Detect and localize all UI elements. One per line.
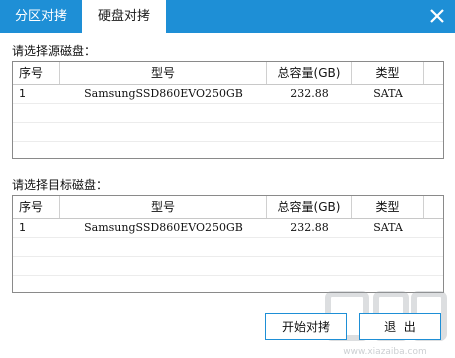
- table-header: 序号 型号 总容量(GB) 类型: [13, 196, 443, 219]
- column-header-spacer: [424, 196, 443, 218]
- start-clone-button[interactable]: 开始对拷: [265, 313, 347, 340]
- table-row-empty: [13, 257, 443, 276]
- cell-index: 1: [19, 87, 26, 100]
- table-row-empty: [13, 104, 443, 123]
- table-header: 序号 型号 总容量(GB) 类型: [13, 62, 443, 85]
- source-disk-label: 请选择源磁盘：: [12, 44, 97, 58]
- source-disk-table: 序号 型号 总容量(GB) 类型 1 SamsungSSD860EVO250GB…: [12, 61, 444, 159]
- table-row[interactable]: 1 SamsungSSD860EVO250GB 232.88 SATA: [13, 85, 443, 104]
- column-header-model: 型号: [60, 62, 267, 84]
- tab-disk-clone[interactable]: 硬盘对拷: [82, 0, 166, 33]
- target-disk-table: 序号 型号 总容量(GB) 类型 1 SamsungSSD860EVO250GB…: [12, 195, 444, 293]
- column-header-model: 型号: [60, 196, 267, 218]
- column-header-type: 类型: [352, 62, 424, 84]
- close-icon[interactable]: [427, 6, 447, 26]
- cell-model: SamsungSSD860EVO250GB: [84, 87, 243, 100]
- target-disk-label: 请选择目标磁盘：: [12, 178, 109, 192]
- column-header-spacer: [424, 62, 443, 84]
- cell-model: SamsungSSD860EVO250GB: [84, 221, 243, 234]
- cell-capacity: 232.88: [290, 87, 329, 100]
- cell-type: SATA: [373, 87, 403, 100]
- column-header-type: 类型: [352, 196, 424, 218]
- disk-clone-window: 分区对拷 硬盘对拷 请选择源磁盘： 序号 型号 总容量(GB) 类型 1 Sam…: [0, 0, 455, 358]
- table-row[interactable]: 1 SamsungSSD860EVO250GB 232.88 SATA: [13, 219, 443, 238]
- table-row-empty: [13, 276, 443, 294]
- table-row-empty: [13, 238, 443, 257]
- cell-type: SATA: [373, 221, 403, 234]
- column-header-capacity: 总容量(GB): [267, 196, 352, 218]
- table-row-empty: [13, 123, 443, 142]
- cell-capacity: 232.88: [290, 221, 329, 234]
- column-header-index: 序号: [13, 62, 60, 84]
- title-bar: 分区对拷 硬盘对拷: [0, 0, 455, 33]
- column-header-capacity: 总容量(GB): [267, 62, 352, 84]
- exit-button[interactable]: 退 出: [359, 313, 441, 340]
- cell-index: 1: [19, 221, 26, 234]
- column-header-index: 序号: [13, 196, 60, 218]
- table-row-empty: [13, 142, 443, 160]
- tab-partition-clone[interactable]: 分区对拷: [0, 0, 82, 33]
- svg-text:www.xiazaiba.com: www.xiazaiba.com: [343, 347, 427, 357]
